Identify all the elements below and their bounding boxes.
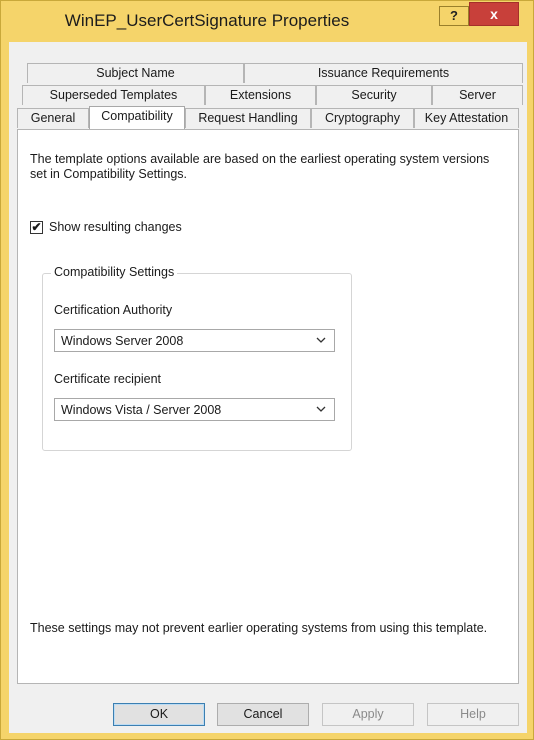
tab-superseded-templates[interactable]: Superseded Templates bbox=[22, 85, 205, 105]
recipient-label: Certificate recipient bbox=[54, 372, 161, 386]
tab-extensions[interactable]: Extensions bbox=[205, 85, 316, 105]
window-title: WinEP_UserCertSignature Properties bbox=[64, 11, 350, 30]
compatibility-note: These settings may not prevent earlier o… bbox=[30, 621, 488, 635]
tab-cryptography[interactable]: Cryptography bbox=[311, 108, 414, 128]
compatibility-settings-group: Compatibility Settings Certification Aut… bbox=[42, 265, 352, 451]
ca-select[interactable]: Windows Server 2008 bbox=[54, 329, 335, 352]
tab-request-handling[interactable]: Request Handling bbox=[185, 108, 311, 128]
tab-compatibility[interactable]: Compatibility bbox=[89, 106, 185, 129]
dialog-client-area: Subject Name Issuance Requirements Super… bbox=[9, 42, 527, 733]
chevron-down-icon bbox=[316, 406, 326, 412]
title-bar[interactable]: WinEP_UserCertSignature Properties ? x bbox=[2, 2, 532, 42]
apply-button[interactable]: Apply bbox=[322, 703, 414, 726]
recipient-select[interactable]: Windows Vista / Server 2008 bbox=[54, 398, 335, 421]
tab-issuance-requirements[interactable]: Issuance Requirements bbox=[244, 63, 523, 83]
tab-key-attestation[interactable]: Key Attestation bbox=[414, 108, 519, 128]
close-button[interactable]: x bbox=[469, 2, 519, 26]
ca-select-value: Windows Server 2008 bbox=[61, 334, 184, 348]
tab-subject-name[interactable]: Subject Name bbox=[27, 63, 244, 83]
show-changes-label[interactable]: Show resulting changes bbox=[49, 220, 182, 234]
compatibility-panel: The template options available are based… bbox=[17, 129, 519, 684]
recipient-select-value: Windows Vista / Server 2008 bbox=[61, 403, 222, 417]
show-changes-checkbox[interactable]: ✔ bbox=[30, 221, 43, 234]
help-title-button[interactable]: ? bbox=[439, 6, 469, 26]
ok-button[interactable]: OK bbox=[113, 703, 205, 726]
tab-security[interactable]: Security bbox=[316, 85, 432, 105]
cancel-button[interactable]: Cancel bbox=[217, 703, 309, 726]
compatibility-description: The template options available are based… bbox=[30, 152, 490, 181]
ca-label: Certification Authority bbox=[54, 303, 173, 317]
help-button[interactable]: Help bbox=[427, 703, 519, 726]
tab-server[interactable]: Server bbox=[432, 85, 523, 105]
tab-general[interactable]: General bbox=[17, 108, 89, 128]
group-title: Compatibility Settings bbox=[51, 265, 178, 279]
properties-dialog: WinEP_UserCertSignature Properties ? x S… bbox=[0, 0, 534, 740]
chevron-down-icon bbox=[316, 337, 326, 343]
